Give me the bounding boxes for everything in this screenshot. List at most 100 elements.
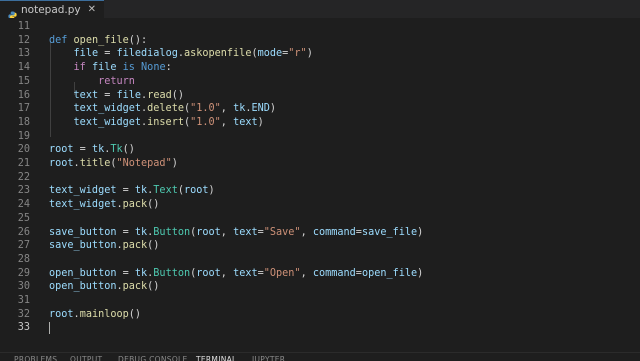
code-token: tk	[134, 185, 148, 197]
line-number: 31	[17, 295, 30, 306]
tab-notepad-py[interactable]: notepad.py ✕	[0, 0, 104, 20]
code-token: text	[233, 226, 258, 238]
code-token: root	[196, 267, 221, 279]
code-line[interactable]: 24 text_widget.pack()	[0, 198, 640, 212]
line-number: 29	[17, 267, 30, 279]
line-number: 15	[17, 75, 30, 87]
line-number: 20	[17, 144, 30, 156]
code-token: None	[141, 62, 166, 74]
code-line[interactable]: 12 def open_file():	[0, 34, 640, 48]
code-token: )	[417, 267, 424, 279]
code-token: =	[116, 226, 135, 238]
code-token: tk	[233, 103, 246, 115]
code-token: tk	[91, 144, 105, 156]
code-line[interactable]: 11	[0, 20, 640, 34]
line-number: 30	[17, 281, 30, 293]
code-text: text_widget.delete("1.0", tk.END)	[49, 102, 276, 116]
code-editor[interactable]: 11 12 def open_file(): 13 file = filedialog…	[0, 18, 640, 356]
code-text: return	[49, 75, 135, 89]
code-line[interactable]: 27 save_button.pack()	[0, 239, 640, 253]
code-line[interactable]: 23 text_widget = tk.Text(root)	[0, 184, 640, 198]
code-line[interactable]: 17 text_widget.delete("1.0", tk.END)	[0, 102, 640, 116]
code-token: text_widget	[49, 199, 117, 211]
code-text: save_button.pack()	[49, 239, 159, 253]
code-token: )	[171, 158, 178, 169]
code-token: =	[116, 185, 135, 197]
code-line[interactable]: 33	[0, 321, 640, 335]
code-token: ,	[220, 116, 234, 128]
code-token: ()	[147, 199, 160, 211]
code-token: )	[417, 226, 424, 238]
code-token: file	[116, 89, 142, 101]
code-token: open_button	[49, 281, 117, 293]
code-text: file = filedialog.askopenfile(mode="r")	[49, 47, 313, 61]
code-line[interactable]: 13 file = filedialog.askopenfile(mode="r…	[0, 47, 640, 61]
code-line[interactable]: 22	[0, 171, 640, 185]
code-token: insert	[147, 116, 184, 128]
code-line[interactable]: 31	[0, 294, 640, 308]
code-token: root	[196, 226, 221, 238]
code-token: :	[165, 62, 172, 74]
code-token: ,	[220, 226, 234, 238]
code-token: ()	[122, 144, 135, 156]
python-icon	[8, 5, 17, 20]
code-token: open_button	[49, 267, 117, 279]
code-token: def	[49, 34, 74, 46]
line-number: 23	[17, 185, 30, 197]
code-token: ()	[128, 308, 142, 320]
line-number: 14	[17, 62, 30, 74]
code-token: text_widget	[73, 103, 142, 115]
close-icon[interactable]: ✕	[88, 4, 96, 15]
code-token: is	[116, 62, 142, 74]
text-cursor	[49, 322, 50, 335]
code-token: mainloop	[79, 308, 129, 320]
code-line[interactable]: 32 root.mainloop()	[0, 308, 640, 322]
code-token: ,	[220, 267, 234, 279]
tab-filename: notepad.py	[21, 3, 81, 16]
code-token: pack	[122, 281, 148, 293]
line-number: 11	[17, 21, 30, 32]
code-token: )	[269, 103, 277, 115]
code-text: root.title("Notepad")	[49, 157, 178, 171]
code-token: Tk	[110, 144, 123, 156]
code-token: "Save"	[263, 226, 301, 238]
code-line[interactable]: 21 root.title("Notepad")	[0, 157, 640, 171]
code-line[interactable]: 30 open_button.pack()	[0, 280, 640, 294]
code-line[interactable]: 18 text_widget.insert("1.0", text)	[0, 116, 640, 130]
code-token: save_button	[49, 226, 117, 238]
line-number: 17	[17, 103, 30, 115]
line-number: 19	[17, 130, 30, 142]
code-token: root	[183, 185, 209, 197]
code-text: text_widget.insert("1.0", text)	[49, 116, 264, 130]
code-token: "Notepad"	[116, 158, 172, 169]
code-token: )	[257, 116, 264, 128]
code-line[interactable]: 25	[0, 212, 640, 226]
code-token: tk	[134, 226, 148, 238]
code-token: text	[233, 267, 258, 279]
code-line[interactable]: 16 text = file.read()	[0, 89, 640, 103]
code-token: command	[312, 267, 356, 279]
code-token: "Open"	[263, 267, 301, 279]
code-text: save_button = tk.Button(root, text="Save…	[49, 226, 423, 240]
code-token: text	[233, 116, 258, 128]
line-number: 26	[17, 226, 30, 238]
code-line[interactable]: 20 root = tk.Tk()	[0, 143, 640, 157]
code-text: text_widget.pack()	[49, 198, 159, 212]
code-token: command	[312, 226, 356, 238]
code-token: root	[49, 144, 74, 156]
code-line[interactable]: 14 if file is None:	[0, 61, 640, 75]
code-token: text	[73, 89, 99, 101]
code-token: filedialog	[116, 48, 178, 60]
code-token: ()	[147, 281, 160, 293]
code-token: if	[73, 62, 92, 74]
code-token: ,	[300, 226, 313, 238]
code-line[interactable]: 29 open_button = tk.Button(root, text="Op…	[0, 267, 640, 281]
code-line[interactable]: 19	[0, 130, 640, 144]
code-line[interactable]: 26 save_button = tk.Button(root, text="Sa…	[0, 226, 640, 240]
code-line[interactable]: 28	[0, 253, 640, 267]
code-line[interactable]: 15 return	[0, 75, 640, 89]
code-token: ()	[147, 240, 160, 252]
